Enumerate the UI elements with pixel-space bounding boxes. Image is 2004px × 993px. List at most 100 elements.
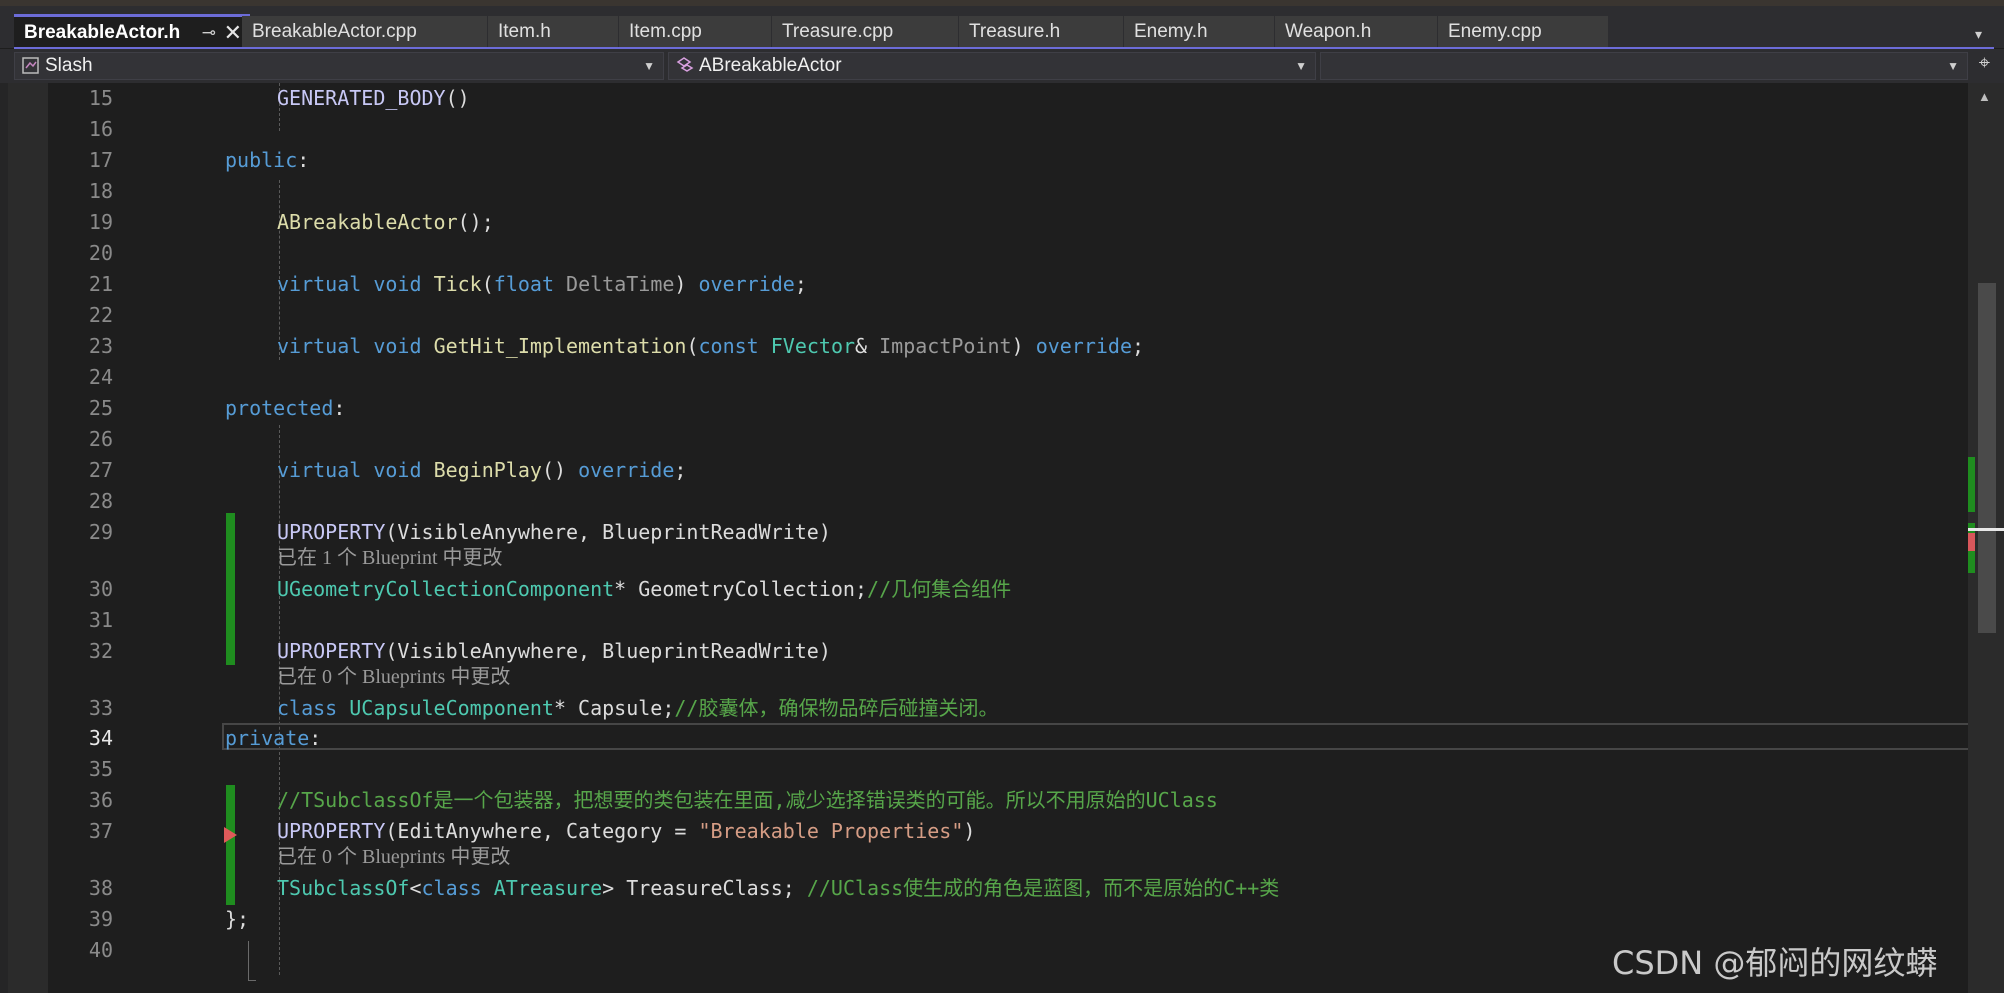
tab-label: BreakableActor.h (24, 22, 181, 43)
document-tab-bar: BreakableActor.h ⊸ ✕ BreakableActor.cpp … (0, 8, 2004, 48)
tab-breakableactor-cpp[interactable]: BreakableActor.cpp (242, 16, 487, 47)
chevron-down-icon: ▼ (643, 59, 655, 73)
line-number: 18 (88, 179, 113, 203)
tab-label: Treasure.h (969, 21, 1061, 42)
watermark: CSDN @郁闷的网纹蟒 (1612, 944, 1938, 982)
vertical-scrollbar[interactable]: ▲ (1968, 83, 2004, 993)
code-line-22: 22 (48, 300, 1970, 330)
chevron-down-icon: ▼ (1947, 59, 1959, 73)
blueprint-codelens-hint[interactable]: 已在 0 个 Blueprints 中更改 (277, 844, 510, 870)
member-dropdown[interactable]: ▼ (1320, 52, 1968, 80)
navigation-bar: Slash ▼ ABreakableActor ▼ ▼ (0, 49, 2004, 83)
code-text: GENERATED_BODY() (277, 86, 470, 110)
tab-item-cpp[interactable]: Item.cpp (619, 16, 771, 47)
line-number: 16 (88, 117, 113, 141)
tab-label: Treasure.cpp (782, 21, 894, 42)
tab-treasure-cpp[interactable]: Treasure.cpp (772, 16, 958, 47)
code-line-28: 28 (48, 486, 1970, 516)
scrollbar-change-marker (1968, 457, 1975, 512)
code-text: UGeometryCollectionComponent* GeometryCo… (277, 577, 1012, 601)
scrollbar-thumb[interactable] (1978, 283, 1996, 633)
window-top-strip (0, 0, 2004, 8)
tab-label: Enemy.cpp (1448, 21, 1542, 42)
scrollbar-caret-marker (1968, 528, 2004, 531)
scope-dropdown[interactable]: ABreakableActor ▼ (668, 52, 1316, 80)
line-number: 36 (88, 788, 113, 812)
class-icon (676, 57, 694, 72)
line-number: 32 (88, 639, 113, 663)
code-text: class UCapsuleComponent* Capsule;//胶囊体，确… (277, 696, 999, 720)
blueprint-codelens-hint[interactable]: 已在 0 个 Blueprints 中更改 (277, 664, 510, 690)
split-window-icon[interactable]: ⌖ (1979, 52, 1990, 75)
tab-weapon-h[interactable]: Weapon.h (1275, 16, 1437, 47)
scope-name: ABreakableActor (699, 55, 842, 76)
chevron-down-icon: ▼ (1295, 59, 1307, 73)
scroll-up-arrow-icon[interactable]: ▲ (1978, 89, 1991, 104)
line-number: 39 (88, 907, 113, 931)
code-line-17: 17 public: (48, 145, 1970, 175)
line-number: 26 (88, 427, 113, 451)
code-line-31: 31 (48, 605, 1970, 635)
code-text: virtual void Tick(float DeltaTime) overr… (277, 272, 807, 296)
code-text: virtual void GetHit_Implementation(const… (277, 334, 1145, 358)
code-line-36: 36 //TSubclassOf是一个包装器，把想要的类包装在里面,减少选择错误… (48, 785, 1970, 815)
code-line-21: 21 virtual void Tick(float DeltaTime) ov… (48, 269, 1970, 299)
tab-overflow-dropdown-icon[interactable]: ▾ (1975, 26, 1982, 43)
code-line-26: 26 (48, 424, 1970, 454)
tab-label: Weapon.h (1285, 21, 1372, 42)
code-line-35: 35 (48, 754, 1970, 784)
line-number: 30 (88, 577, 113, 601)
code-line-39: 39 }; (48, 904, 1970, 934)
project-dropdown[interactable]: Slash ▼ (14, 52, 664, 80)
code-text: UPROPERTY(EditAnywhere, Category = "Brea… (277, 819, 976, 843)
code-line-19: 19 ABreakableActor(); (48, 207, 1970, 237)
line-number: 25 (88, 396, 113, 420)
code-text: //TSubclassOf是一个包装器，把想要的类包装在里面,减少选择错误类的可… (277, 788, 1218, 812)
code-text: public: (225, 148, 310, 172)
tab-label: BreakableActor.cpp (252, 21, 417, 42)
code-text: UPROPERTY(VisibleAnywhere, BlueprintRead… (277, 520, 831, 544)
code-editor[interactable]: 15 GENERATED_BODY() 16 17 public: 18 19 … (48, 83, 2004, 993)
line-number: 22 (88, 303, 113, 327)
tab-item-h[interactable]: Item.h (488, 16, 618, 47)
code-text: ABreakableActor(); (277, 210, 494, 234)
line-number: 34 (88, 726, 113, 750)
line-number: 29 (88, 520, 113, 544)
line-number: 33 (88, 696, 113, 720)
line-number: 35 (88, 757, 113, 781)
close-icon[interactable]: ✕ (224, 17, 242, 48)
code-line-24: 24 (48, 362, 1970, 392)
tab-breakableactor-h[interactable]: BreakableActor.h ⊸ ✕ (14, 14, 250, 48)
tab-label: Item.h (498, 21, 551, 42)
code-line-29: 29 UPROPERTY(VisibleAnywhere, BlueprintR… (48, 517, 1970, 547)
line-number: 17 (88, 148, 113, 172)
code-line-16: 16 (48, 114, 1970, 144)
line-number: 27 (88, 458, 113, 482)
fold-line-end (248, 980, 256, 981)
pin-icon[interactable]: ⊸ (202, 17, 216, 48)
line-number: 37 (88, 819, 113, 843)
code-line-20: 20 (48, 238, 1970, 268)
line-number: 15 (88, 86, 113, 110)
code-text: private: (225, 726, 322, 750)
tab-label: Item.cpp (629, 21, 702, 42)
outer-margin (0, 83, 8, 993)
tab-enemy-cpp[interactable]: Enemy.cpp (1438, 16, 1608, 47)
line-number: 23 (88, 334, 113, 358)
code-line-27: 27 virtual void BeginPlay() override; (48, 455, 1970, 485)
project-name: Slash (45, 55, 93, 76)
code-text: protected: (225, 396, 346, 420)
code-line-32: 32 UPROPERTY(VisibleAnywhere, BlueprintR… (48, 636, 1970, 666)
code-line-18: 18 (48, 176, 1970, 206)
line-number: 24 (88, 365, 113, 389)
code-line-38: 38 TSubclassOf<class ATreasure> Treasure… (48, 873, 1970, 903)
code-line-15: 15 GENERATED_BODY() (48, 83, 1970, 113)
code-line-23: 23 virtual void GetHit_Implementation(co… (48, 331, 1970, 361)
line-number: 31 (88, 608, 113, 632)
tab-enemy-h[interactable]: Enemy.h (1124, 16, 1274, 47)
tab-treasure-h[interactable]: Treasure.h (959, 16, 1123, 47)
blueprint-codelens-hint[interactable]: 已在 1 个 Blueprint 中更改 (277, 545, 503, 571)
line-number: 38 (88, 876, 113, 900)
code-text: UPROPERTY(VisibleAnywhere, BlueprintRead… (277, 639, 831, 663)
code-line-34: 34 private: (48, 723, 1970, 753)
